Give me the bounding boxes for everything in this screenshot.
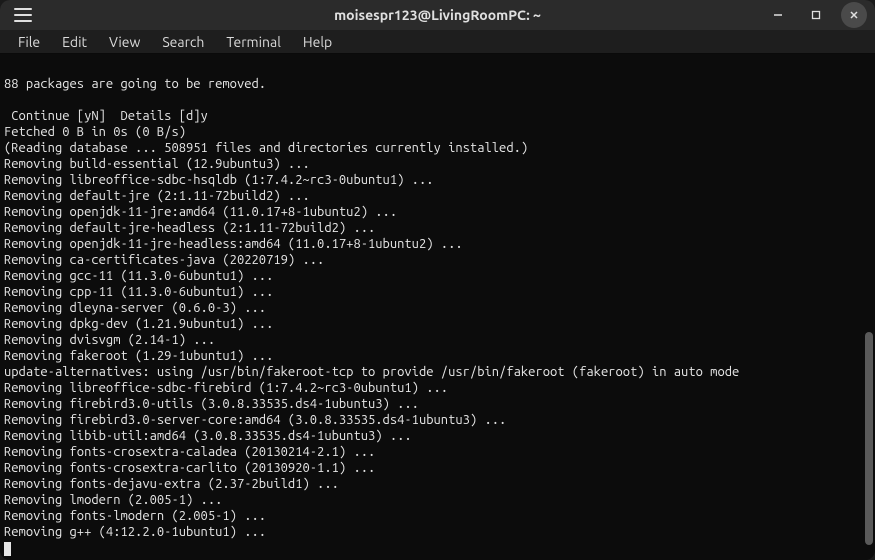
minimize-icon — [772, 9, 784, 21]
window-controls — [765, 2, 867, 28]
hamburger-menu-icon[interactable] — [14, 8, 32, 22]
maximize-icon — [810, 9, 822, 21]
close-button[interactable] — [841, 2, 867, 28]
menubar: File Edit View Search Terminal Help — [0, 30, 875, 54]
menu-edit[interactable]: Edit — [52, 31, 97, 53]
menu-help[interactable]: Help — [293, 31, 342, 53]
maximize-button[interactable] — [803, 2, 829, 28]
minimize-button[interactable] — [765, 2, 791, 28]
terminal-output[interactable]: 88 packages are going to be removed. Con… — [0, 54, 863, 560]
menu-view[interactable]: View — [99, 31, 150, 53]
terminal-cursor — [4, 542, 11, 556]
close-icon — [848, 9, 860, 21]
scrollbar-thumb[interactable] — [865, 332, 873, 545]
titlebar: moisespr123@LivingRoomPC: ~ — [0, 0, 875, 30]
menu-search[interactable]: Search — [152, 31, 214, 53]
scrollbar[interactable] — [863, 54, 875, 560]
menu-file[interactable]: File — [8, 31, 50, 53]
menu-terminal[interactable]: Terminal — [216, 31, 291, 53]
window-title: moisespr123@LivingRoomPC: ~ — [334, 7, 541, 23]
terminal-area[interactable]: 88 packages are going to be removed. Con… — [0, 54, 875, 560]
terminal-window: moisespr123@LivingRoomPC: ~ File Edit Vi… — [0, 0, 875, 560]
